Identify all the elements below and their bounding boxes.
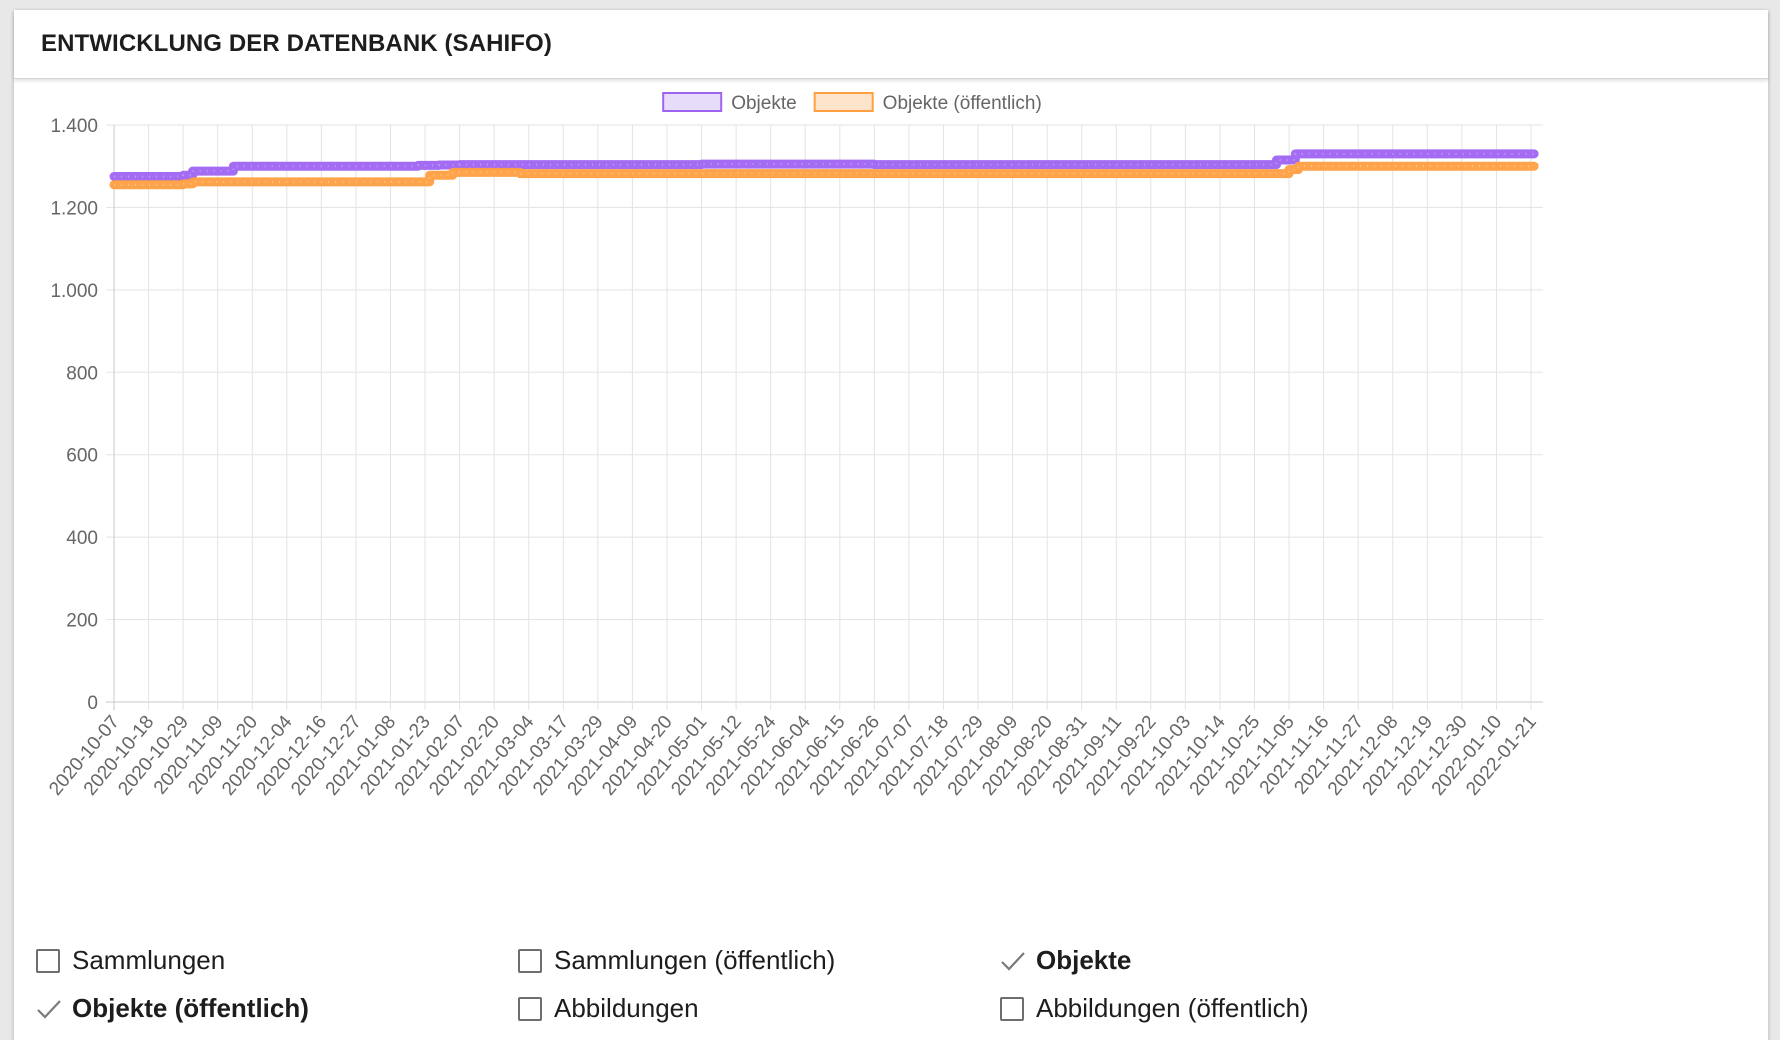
- legend-label: Objekte: [731, 93, 796, 114]
- option-abbildungen[interactable]: Abbildungen: [518, 993, 699, 1024]
- checkbox[interactable]: [518, 948, 542, 973]
- legend-swatch: [662, 92, 723, 112]
- option-label: Sammlungen (öffentlich): [554, 945, 836, 975]
- option-label: Objekte: [1036, 945, 1132, 975]
- option-label: Abbildungen (öffentlich): [1036, 993, 1309, 1023]
- option-sammlungen-oeffentlich[interactable]: Sammlungen (öffentlich): [518, 945, 835, 976]
- y-tick-label: 0: [87, 693, 98, 714]
- checkbox[interactable]: [36, 948, 60, 973]
- y-tick-label: 1.000: [50, 281, 98, 302]
- option-label: Abbildungen: [554, 993, 699, 1023]
- y-tick-label: 1.400: [50, 116, 98, 137]
- option-objekte[interactable]: Objekte: [1000, 945, 1131, 976]
- option-abbildungen-oeffentlich[interactable]: Abbildungen (öffentlich): [1000, 993, 1309, 1024]
- checkbox[interactable]: [518, 996, 542, 1021]
- check-icon[interactable]: [36, 996, 62, 1022]
- option-label: Sammlungen: [72, 945, 226, 975]
- option-label: Objekte (öffentlich): [72, 993, 309, 1023]
- y-tick-label: 600: [66, 446, 98, 467]
- check-icon[interactable]: [1000, 948, 1026, 974]
- option-objekte-oeffentlich[interactable]: Objekte (öffentlich): [36, 993, 309, 1024]
- y-tick-label: 800: [66, 363, 98, 384]
- line-chart: 02004006008001.0001.2001.4002020-10-0720…: [45, 92, 1543, 800]
- y-tick-label: 1.200: [50, 198, 98, 219]
- legend-label: Objekte (öffentlich): [883, 93, 1042, 114]
- option-sammlungen[interactable]: Sammlungen: [36, 945, 225, 976]
- statistics-card: ENTWICKLUNG DER DATENBANK (SAHIFO) 0 200 4…: [14, 10, 1768, 1040]
- y-tick-label: 200: [66, 611, 98, 632]
- legend-swatch: [813, 92, 874, 112]
- y-tick-label: 400: [66, 528, 98, 549]
- checkbox[interactable]: [1000, 996, 1024, 1021]
